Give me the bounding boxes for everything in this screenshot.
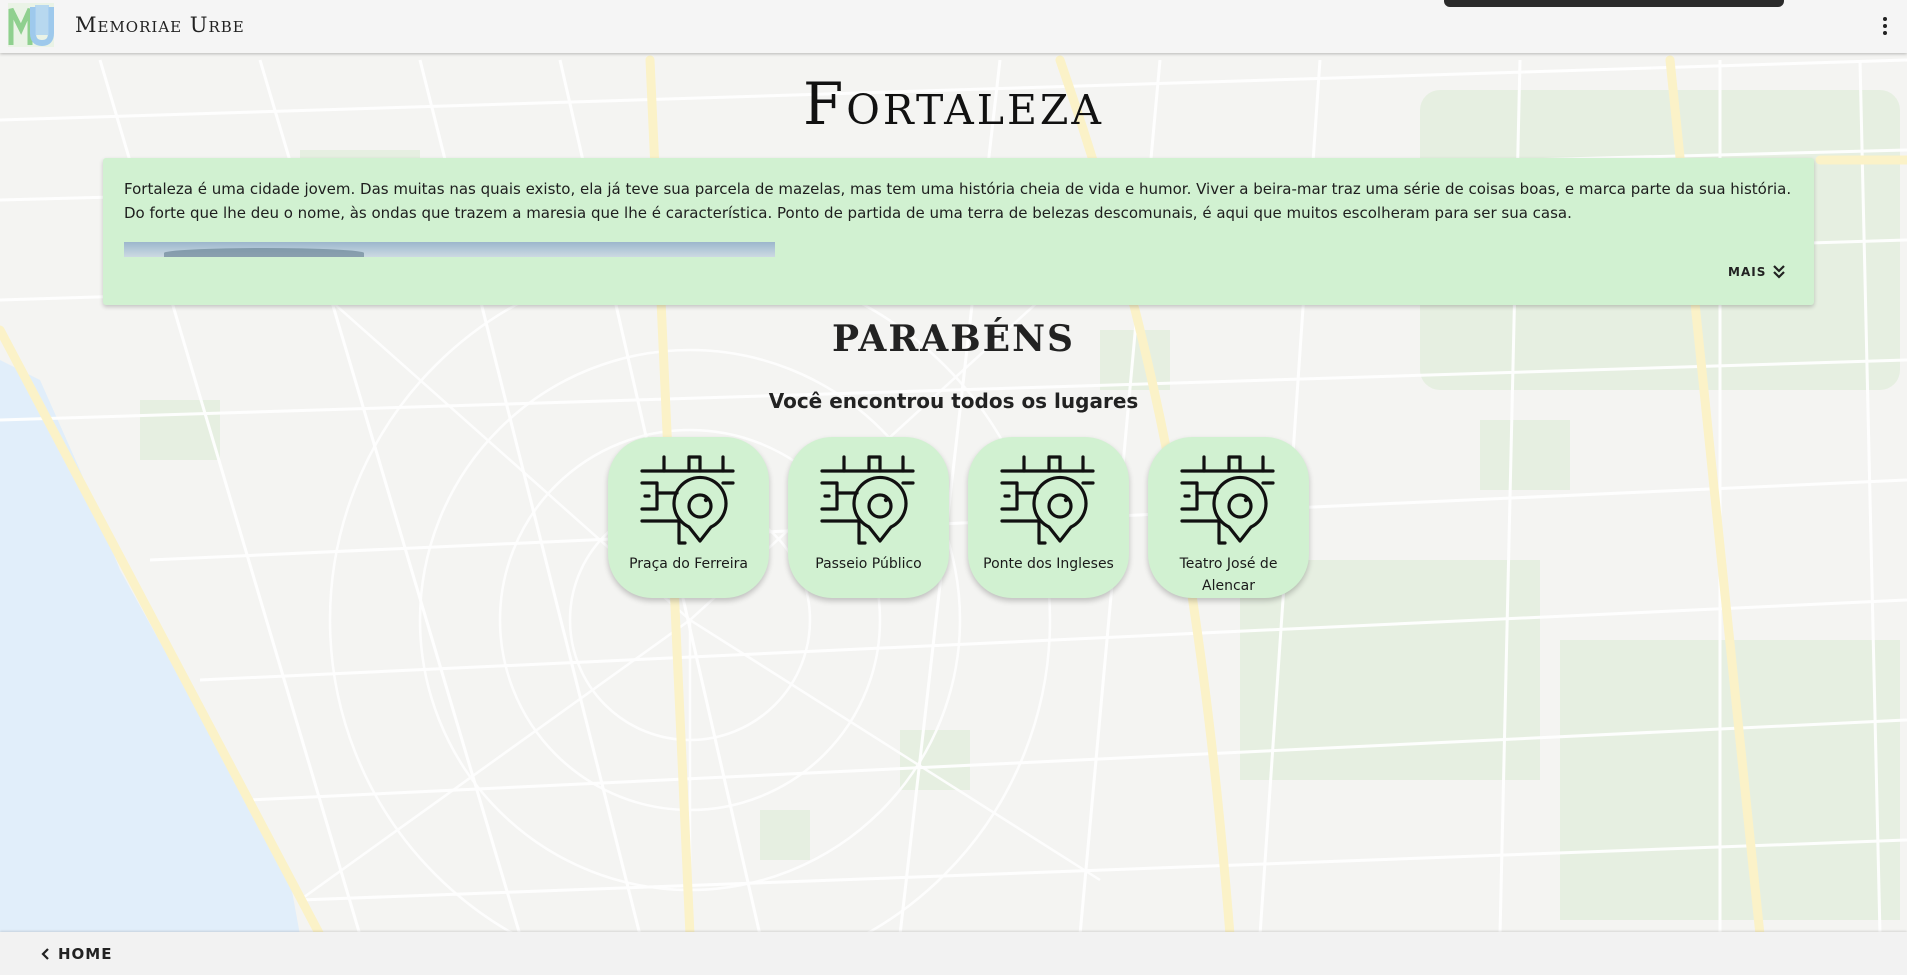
place-card-passeio-publico[interactable]: Passeio Público <box>788 437 949 598</box>
app-logo[interactable] <box>8 3 54 47</box>
home-button-label: HOME <box>58 945 113 963</box>
place-card-praca-do-ferreira[interactable]: Praça do Ferreira <box>608 437 769 598</box>
place-label: Teatro José de Alencar <box>1179 556 1278 594</box>
map-pin-icon <box>1000 455 1095 545</box>
map-pin-icon <box>1180 455 1275 545</box>
map-pin-icon <box>820 455 915 545</box>
page-title: Fortaleza <box>803 70 1104 138</box>
place-label: Ponte dos Ingleses <box>983 556 1114 572</box>
congrats-subtitle: Você encontrou todos os lugares <box>768 389 1139 413</box>
top-app-bar: Memoriae Urbe <box>0 0 1907 53</box>
app-title: Memoriae Urbe <box>75 13 245 37</box>
city-description: Fortaleza é uma cidade jovem. Das muitas… <box>124 180 1792 222</box>
city-info-card: Fortaleza é uma cidade jovem. Das muitas… <box>103 158 1814 305</box>
place-card-ponte-dos-ingleses[interactable]: Ponte dos Ingleses <box>968 437 1129 598</box>
place-label: Passeio Público <box>815 556 922 572</box>
more-options-button[interactable] <box>1872 12 1898 40</box>
place-label: Praça do Ferreira <box>629 556 748 572</box>
congrats-title: PARABÉNS <box>831 318 1075 360</box>
chevron-left-icon <box>41 948 49 960</box>
dot-icon <box>1883 17 1887 21</box>
more-button[interactable]: MAIS <box>1718 260 1796 284</box>
snackbar <box>1444 0 1784 7</box>
more-button-label: MAIS <box>1728 265 1767 279</box>
place-card-teatro-jose-de-alencar[interactable]: Teatro José de Alencar <box>1148 437 1309 598</box>
places-list: Praça do Ferreira Passeio Público Ponte … <box>608 437 1309 598</box>
dot-icon <box>1883 24 1887 28</box>
bottom-bar: HOME <box>0 932 1907 975</box>
dot-icon <box>1883 31 1887 35</box>
map-pin-icon <box>640 455 735 545</box>
city-image <box>124 242 775 257</box>
home-button[interactable]: HOME <box>34 939 118 969</box>
double-chevron-down-icon <box>1773 265 1786 279</box>
